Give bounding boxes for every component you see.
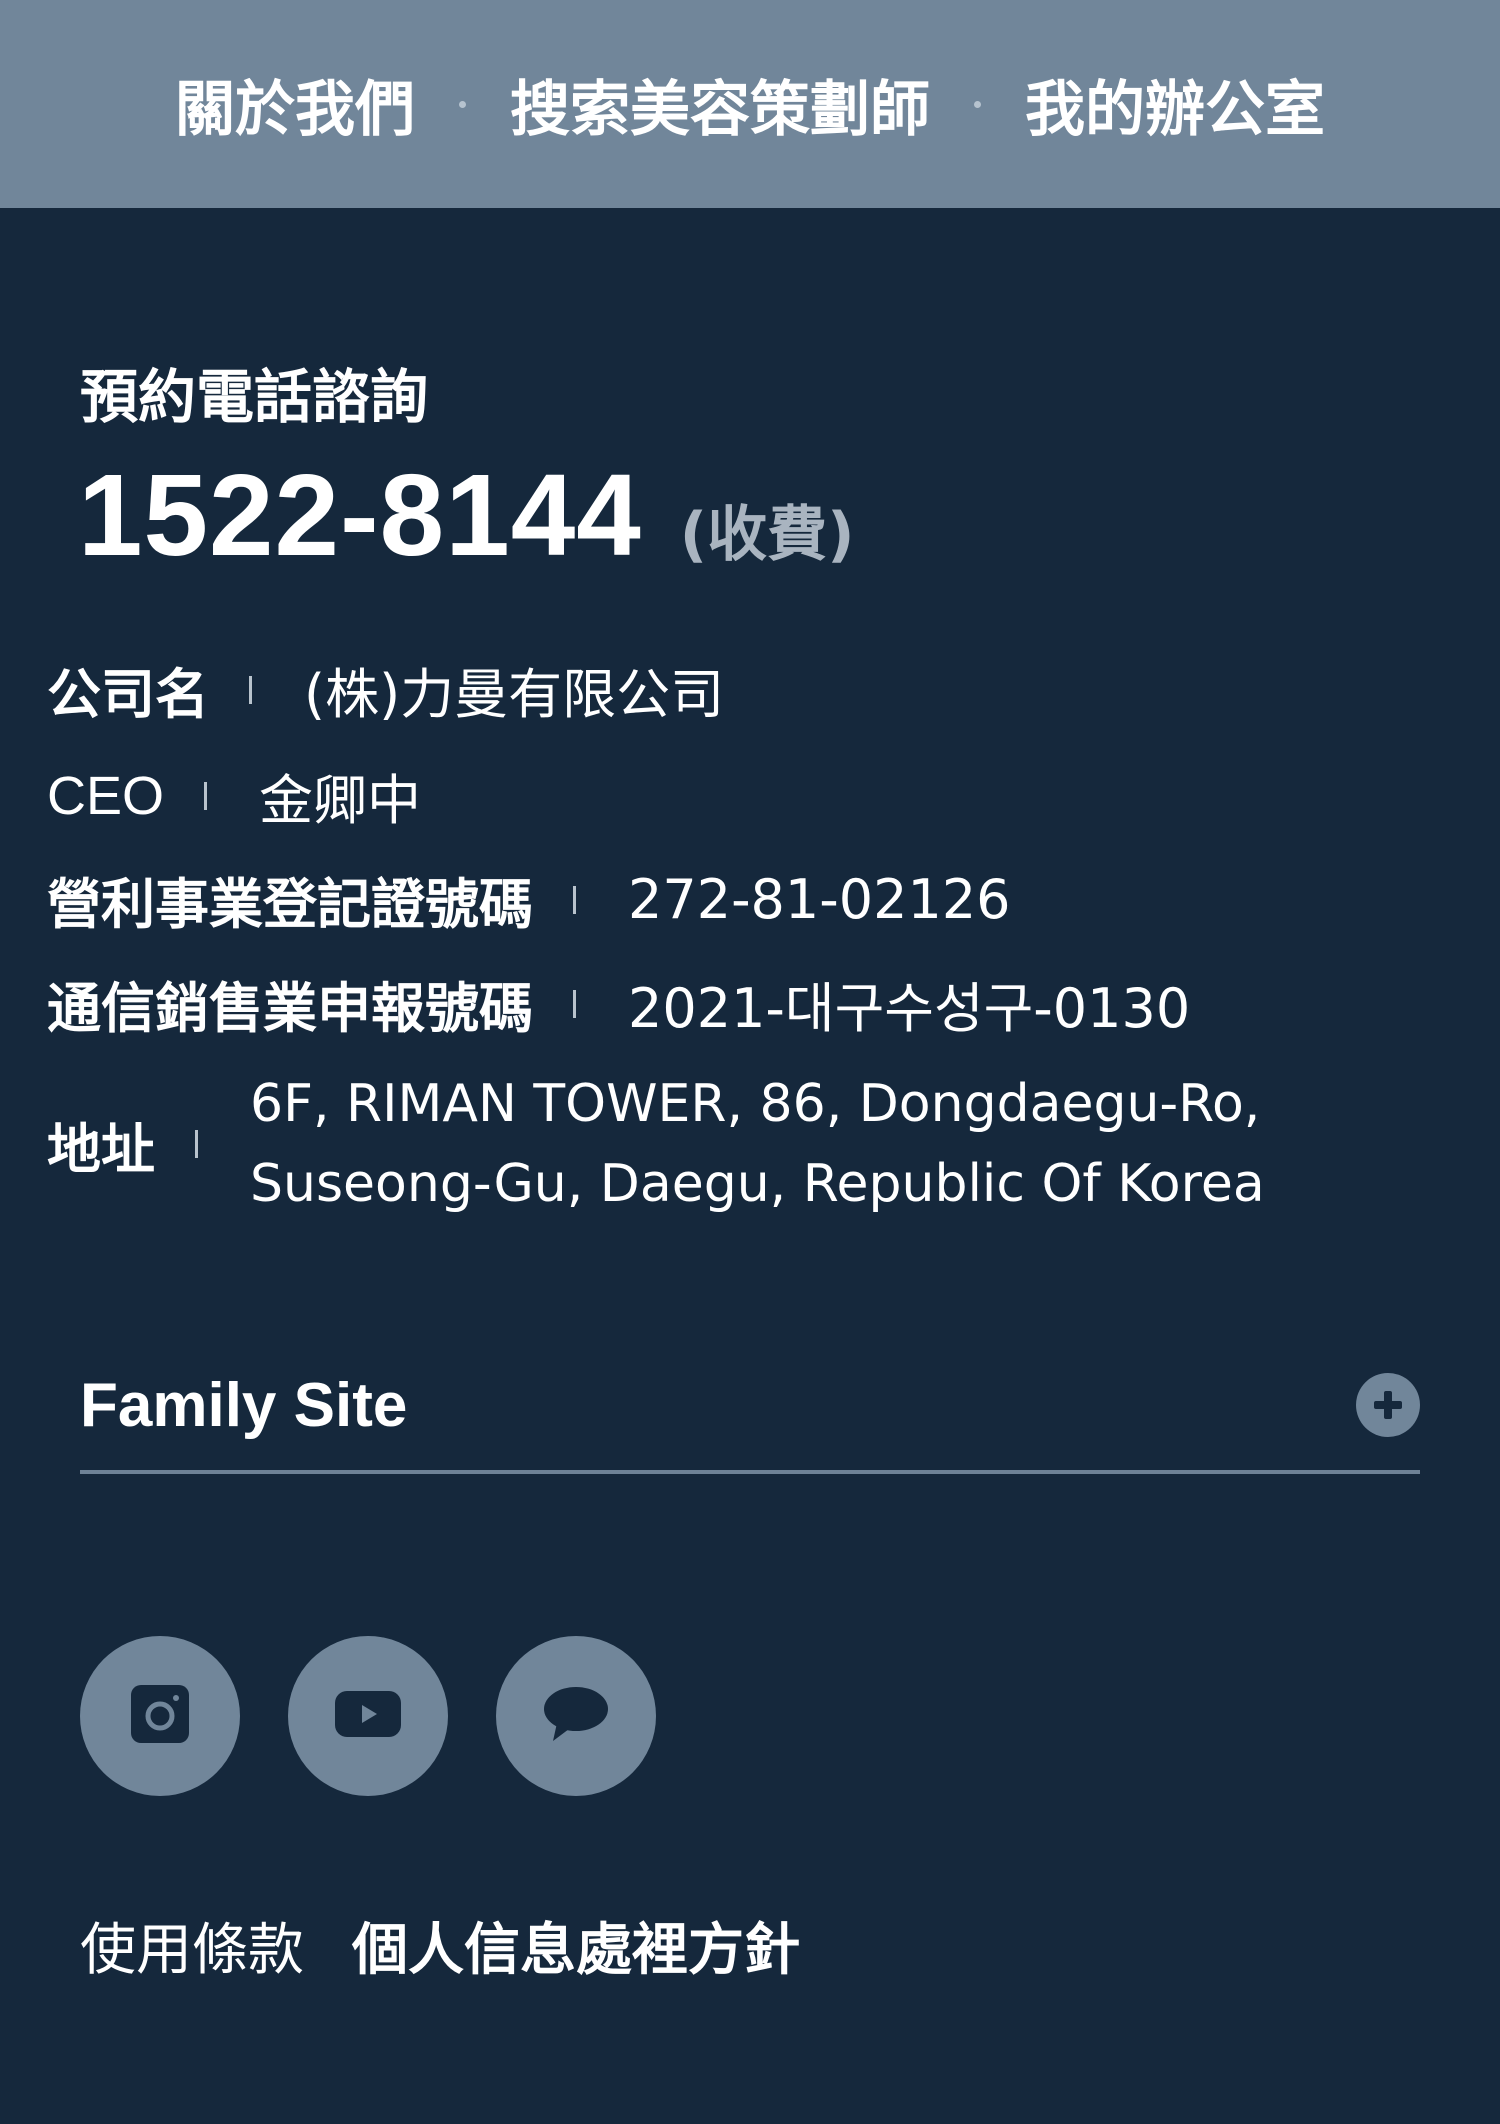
telecom-sales-value: 2021-대구수성구-0130 [628, 977, 1191, 1040]
privacy-policy-link[interactable]: 個人信息處裡方針 [352, 1905, 800, 1986]
phone-consult-label: 預約電話諮詢 [80, 363, 429, 431]
phone-fee-note: (收費) [679, 500, 855, 570]
business-reg-label: 營利事業登記證號碼 [47, 873, 533, 936]
address-line-1: 6F, RIMAN TOWER, 86, Dongdaegu-Ro, [250, 1074, 1261, 1134]
phone-number-link[interactable]: 1522-8144 [78, 448, 642, 582]
company-name-label: 公司名 [47, 663, 209, 726]
plus-icon[interactable] [1356, 1373, 1420, 1437]
separator [573, 885, 576, 914]
separator [249, 675, 252, 704]
youtube-button[interactable] [288, 1636, 448, 1796]
telecom-sales-label: 通信銷售業申報號碼 [47, 977, 533, 1040]
nav-separator-dot [974, 100, 981, 108]
address-label: 地址 [47, 1117, 155, 1181]
phone-row: 1522-8144 (收費) [78, 448, 855, 582]
address-row: 地址 6F, RIMAN TOWER, 86, Dongdaegu-Ro, Su… [47, 1064, 1265, 1224]
ceo-label: CEO [47, 765, 165, 826]
address-line-2: Suseong-Gu, Daegu, Republic Of Korea [250, 1154, 1265, 1214]
top-nav: 關於我們 搜索美容策劃師 我的辦公室 [0, 0, 1500, 208]
family-site-label: Family Site [80, 1370, 408, 1440]
business-reg-value: 272-81-02126 [628, 868, 1011, 931]
social-links [80, 1636, 656, 1796]
footer-links: 使用條款 個人信息處裡方針 [80, 1905, 800, 1986]
company-name-value: (株)力曼有限公司 [304, 663, 725, 726]
separator [195, 1130, 198, 1158]
telecom-sales-row: 通信銷售業申報號碼 2021-대구수성구-0130 [47, 964, 1190, 1043]
instagram-icon [129, 1683, 191, 1749]
nav-separator-dot [459, 100, 466, 108]
youtube-icon [335, 1691, 401, 1741]
ceo-value: 金卿中 [259, 769, 422, 832]
nav-link-my-office[interactable]: 我的辦公室 [1025, 61, 1325, 148]
family-site-dropdown[interactable]: Family Site [80, 1340, 1420, 1474]
business-reg-row: 營利事業登記證號碼 272-81-02126 [47, 860, 1011, 939]
company-name-row: 公司名 (株)力曼有限公司 [47, 650, 724, 729]
nav-link-about[interactable]: 關於我們 [175, 61, 415, 148]
instagram-button[interactable] [80, 1636, 240, 1796]
separator [204, 781, 208, 810]
terms-of-use-link[interactable]: 使用條款 [80, 1905, 304, 1986]
ceo-row: CEO 金卿中 [47, 756, 421, 835]
separator [573, 989, 576, 1018]
chat-icon [543, 1685, 609, 1747]
nav-link-search-consultant[interactable]: 搜索美容策劃師 [510, 61, 930, 148]
chat-button[interactable] [496, 1636, 656, 1796]
address-value: 6F, RIMAN TOWER, 86, Dongdaegu-Ro, Suseo… [250, 1064, 1265, 1224]
